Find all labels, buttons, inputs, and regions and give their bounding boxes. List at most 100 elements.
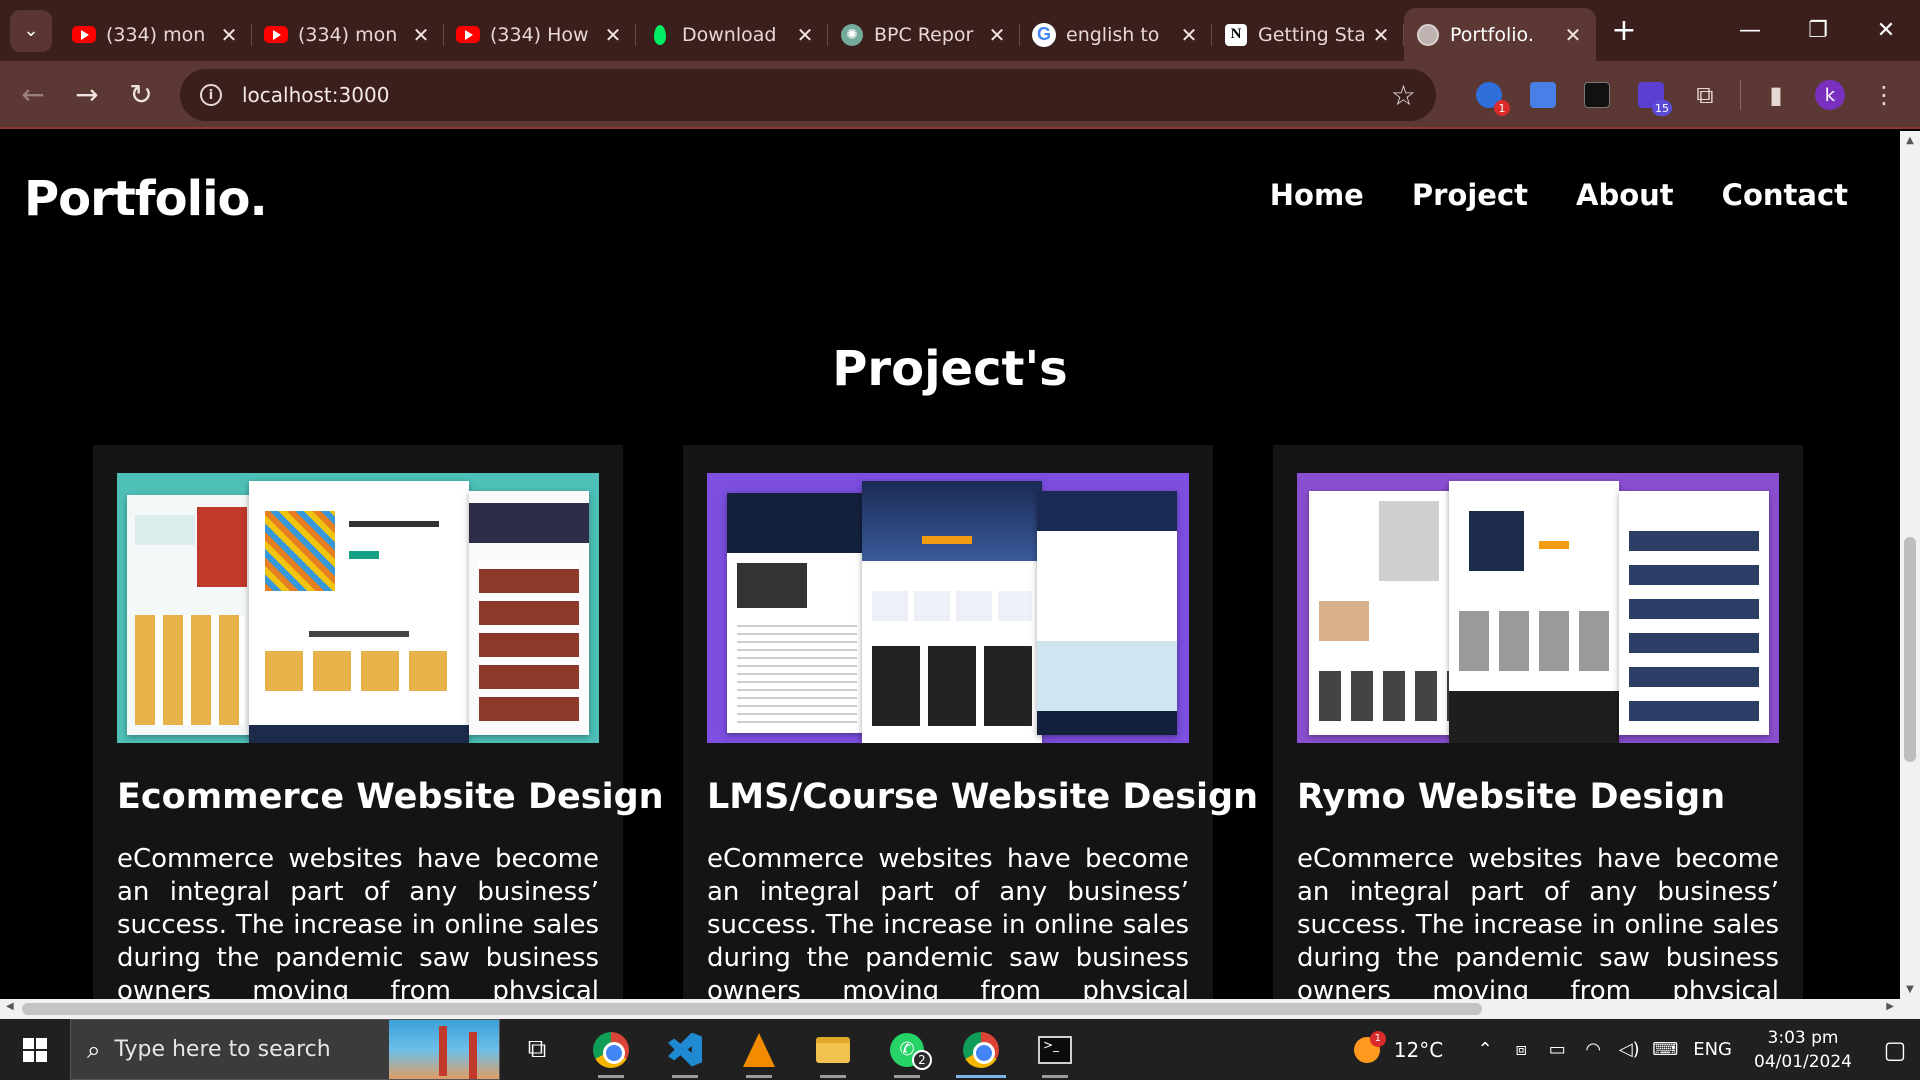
terminal-taskbar-button[interactable]: >_ [1018,1019,1092,1080]
tab-title: (334) mon [106,23,206,46]
restore-button[interactable]: ❐ [1784,0,1852,61]
browser-tab[interactable]: (334) mon ✕ [252,12,444,58]
bookmark-extension-icon[interactable]: 15 [1624,68,1678,122]
battery-icon[interactable]: ▭ [1539,1039,1575,1060]
extensions-puzzle-icon[interactable]: ⧉ [1678,68,1732,122]
close-window-button[interactable]: ✕ [1852,0,1920,61]
clock[interactable]: 3:03 pm 04/01/2024 [1754,1026,1852,1074]
project-thumbnail[interactable] [117,473,599,743]
reload-icon: ↻ [129,77,153,111]
chrome-taskbar-button[interactable] [574,1019,648,1080]
tab-title: Getting Sta [1258,23,1364,46]
browser-tab[interactable]: N Getting Sta ✕ [1212,12,1404,58]
chrome-profile-taskbar-button[interactable] [944,1019,1018,1080]
close-tab-icon[interactable]: ✕ [410,23,432,47]
chrome-profile-icon [963,1031,999,1068]
nav-link-home[interactable]: Home [1270,178,1364,212]
project-thumbnail[interactable] [1297,473,1779,743]
terminal-icon: >_ [1038,1035,1072,1064]
browser-toolbar: ← → ↻ i localhost:3000 ☆ 1 15 ⧉ ▮ k ⋮ [0,61,1920,129]
project-card[interactable]: Rymo Website Design eCommerce websites h… [1273,445,1803,999]
project-description: eCommerce websites have become an integr… [707,844,1189,999]
close-tab-icon[interactable]: ✕ [602,23,624,47]
vertical-scroll-thumb[interactable] [1904,537,1916,762]
chevron-up-icon[interactable]: ⌃ [1467,1039,1503,1060]
google-translate-icon[interactable] [1516,68,1570,122]
horizontal-scroll-thumb[interactable] [22,1003,1482,1015]
copilot-extension-icon[interactable]: 1 [1462,68,1516,122]
project-title[interactable]: Ecommerce Website Design [117,777,664,817]
back-button[interactable]: ← [6,67,60,121]
minimize-button[interactable]: — [1716,0,1784,61]
browser-tab[interactable]: (334) mon ✕ [60,12,252,58]
bookmark-star-icon[interactable]: ☆ [1391,79,1416,112]
mockup-page [469,491,589,735]
project-card[interactable]: LMS/Course Website Design eCommerce webs… [683,445,1258,999]
tab-search-button[interactable]: ⌄ [10,9,52,52]
nav-link-contact[interactable]: Contact [1722,178,1848,212]
horizontal-scrollbar[interactable]: ◀ ▶ [0,999,1900,1019]
volume-icon[interactable]: ◁) [1611,1039,1647,1060]
project-title[interactable]: LMS/Course Website Design [707,777,1258,817]
mockup-page [1037,491,1177,735]
chatgpt-extension-icon[interactable] [1570,68,1624,122]
more-menu-icon[interactable]: ⋮ [1857,68,1911,122]
project-card[interactable]: Ecommerce Website Design eCommerce websi… [93,445,664,999]
start-button[interactable] [0,1019,70,1080]
whatsapp-taskbar-button[interactable]: ✆ 2 [870,1019,944,1080]
browser-tab[interactable]: ✺ BPC Repor ✕ [828,12,1020,58]
nav-link-project[interactable]: Project [1412,178,1528,212]
minimize-icon: — [1739,18,1761,43]
close-tab-icon[interactable]: ✕ [794,23,816,47]
scroll-up-arrow-icon[interactable]: ▲ [1900,135,1920,146]
project-description: eCommerce websites have become an integr… [1297,844,1779,999]
new-tab-button[interactable]: + [1604,11,1644,51]
mockup-page [1619,491,1769,735]
search-highlight-image [389,1020,499,1079]
forward-button[interactable]: → [60,67,114,121]
notification-center-icon[interactable]: ▢ [1870,1019,1920,1080]
file-explorer-taskbar-button[interactable] [796,1019,870,1080]
browser-tab[interactable]: (334) How ✕ [444,12,636,58]
browser-tab[interactable]: Download ✕ [636,12,828,58]
close-tab-icon[interactable]: ✕ [1562,23,1584,47]
tab-title: Portfolio. [1450,23,1534,46]
close-tab-icon[interactable]: ✕ [1370,23,1392,47]
site-info-icon[interactable]: i [200,84,222,106]
device-icon[interactable]: ⧈ [1503,1039,1539,1060]
weather-widget[interactable]: 1 12°C [1353,1030,1443,1063]
google-icon: G [1032,22,1056,47]
profile-button[interactable]: k [1803,68,1857,122]
windows-logo-icon [23,1037,47,1062]
keyboard-icon[interactable]: ⌨ [1647,1039,1683,1060]
task-view-icon[interactable]: ⧉ [500,1019,574,1080]
tab-title: (334) How [490,23,589,46]
project-thumbnail[interactable] [707,473,1189,743]
close-tab-icon[interactable]: ✕ [1178,23,1200,47]
tab-title: BPC Repor [874,23,974,46]
vlc-icon [743,1032,775,1067]
nav-link-about[interactable]: About [1576,178,1674,212]
scroll-left-arrow-icon[interactable]: ◀ [6,1001,14,1012]
vscode-taskbar-button[interactable] [648,1019,722,1080]
scroll-right-arrow-icon[interactable]: ▶ [1886,1001,1894,1012]
scroll-down-arrow-icon[interactable]: ▼ [1900,984,1920,995]
tab-title: english to [1066,23,1160,46]
browser-tab-bar: ⌄ (334) mon ✕ (334) mon ✕ (334) How ✕ Do… [0,0,1920,61]
project-title[interactable]: Rymo Website Design [1297,777,1779,817]
close-tab-icon[interactable]: ✕ [986,23,1008,47]
taskbar-search[interactable]: ⌕ Type here to search [70,1019,500,1080]
vlc-taskbar-button[interactable] [722,1019,796,1080]
browser-tab-active[interactable]: Portfolio. ✕ [1404,8,1596,61]
site-logo[interactable]: Portfolio. [24,171,268,227]
reload-button[interactable]: ↻ [114,67,168,121]
close-tab-icon[interactable]: ✕ [218,23,240,47]
project-description: eCommerce websites have become an integr… [117,844,599,999]
language-indicator[interactable]: ENG [1693,1039,1732,1060]
address-bar[interactable]: i localhost:3000 ☆ [180,69,1436,121]
url-text[interactable]: localhost:3000 [242,83,389,107]
wifi-icon[interactable]: ◠ [1575,1039,1611,1060]
side-panel-icon[interactable]: ▮ [1749,68,1803,122]
vertical-scrollbar[interactable]: ▲ ▼ [1900,131,1920,999]
browser-tab[interactable]: G english to ✕ [1020,12,1212,58]
